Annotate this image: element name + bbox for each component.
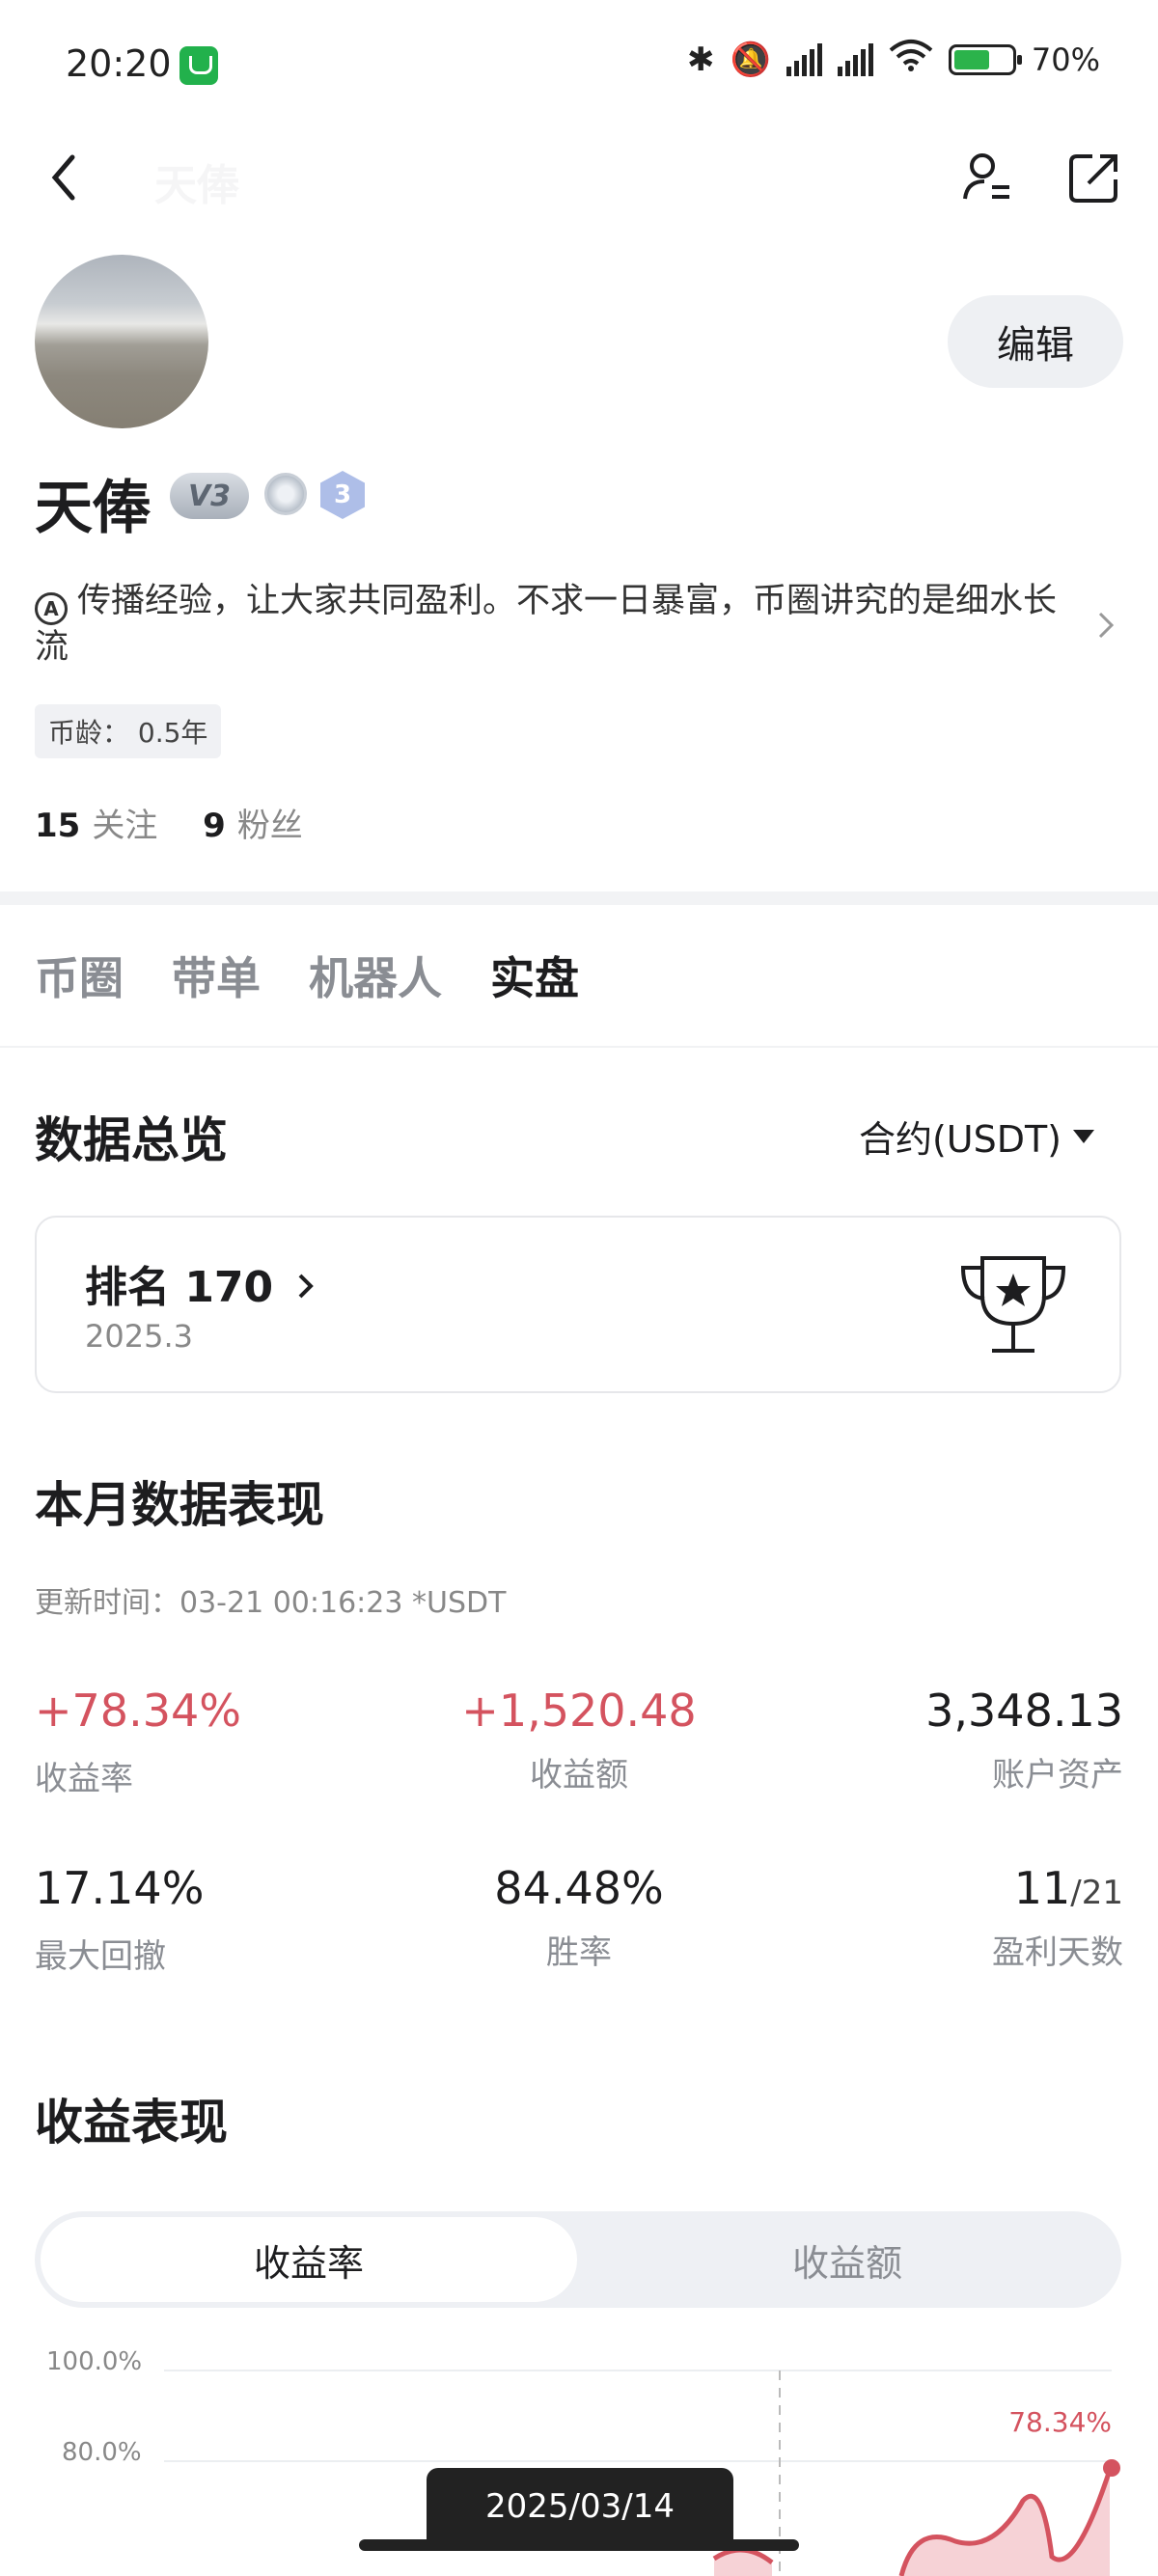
y-tick-label: 100.0% xyxy=(46,2347,142,2376)
tab-copy-trade[interactable]: 带单 xyxy=(172,944,261,1007)
profile-name: 天俸 xyxy=(35,475,151,542)
user-settings-button[interactable] xyxy=(959,149,1017,206)
monthly-title: 本月数据表现 xyxy=(35,1477,324,1533)
chevron-left-icon xyxy=(51,154,75,201)
contract-dropdown[interactable]: 合约(USDT) xyxy=(859,1110,1094,1163)
rank-label: 排名 170 xyxy=(85,1252,316,1314)
section-divider xyxy=(0,891,1158,905)
signal-icon-2 xyxy=(837,42,873,76)
last-value-label: 78.34% xyxy=(1008,2406,1112,2438)
share-icon xyxy=(1069,154,1117,203)
avatar[interactable] xyxy=(35,255,208,428)
bio[interactable]: A 传播经验，让大家共同盈利。不求一日暴富，币圈讲究的是细水长流 xyxy=(35,579,1058,670)
update-time: 更新时间：03-21 00:16:23 *USDT xyxy=(35,1586,507,1620)
signal-icon xyxy=(786,42,822,76)
account-assets-label: 账户资产 xyxy=(992,1756,1123,1795)
account-assets-cell: 3,348.13 账户资产 xyxy=(925,1685,1123,1795)
overview-title: 数据总览 xyxy=(35,1112,228,1168)
last-point xyxy=(1103,2459,1120,2477)
yield-rate-value: +78.34% xyxy=(35,1685,241,1737)
back-button[interactable] xyxy=(35,149,93,206)
tab-robot[interactable]: 机器人 xyxy=(309,944,442,1007)
profile-tabs: 币圈 带单 机器人 实盘 xyxy=(35,944,579,1007)
win-rate-value: 84.48% xyxy=(494,1862,664,1914)
returns-title: 收益表现 xyxy=(35,2095,228,2151)
rank-card[interactable]: 排名 170 2025.3 xyxy=(35,1216,1121,1393)
chart-tooltip: 2025/03/14 xyxy=(427,2468,733,2545)
yield-rate-label: 收益率 xyxy=(35,1760,133,1798)
following-label: 关注 xyxy=(92,807,158,845)
followers-count: 9 xyxy=(203,807,226,845)
app-notification-icon xyxy=(179,46,218,85)
battery-icon xyxy=(948,43,1022,75)
y-tick-label: 80.0% xyxy=(62,2438,142,2467)
status-time: 20:20 xyxy=(66,42,172,85)
followers-label: 粉丝 xyxy=(236,807,303,845)
mute-icon: 🔕 xyxy=(730,40,771,79)
edit-profile-button[interactable]: 编辑 xyxy=(948,295,1123,388)
profit-days-cell: 11/21 盈利天数 xyxy=(992,1862,1123,1973)
tab-live-trading[interactable]: 实盘 xyxy=(490,944,579,1007)
rank-period: 2025.3 xyxy=(85,1318,193,1355)
chevron-right-icon[interactable] xyxy=(1096,610,1116,649)
yield-amount-value: +1,520.48 xyxy=(461,1685,697,1737)
trophy-icon xyxy=(960,1256,1066,1353)
bluetooth-icon: ✱ xyxy=(687,40,715,79)
profit-days-value: 11/21 xyxy=(1013,1862,1123,1914)
win-rate-label: 胜率 xyxy=(546,1933,612,1972)
follow-stats: 15 关注 9 粉丝 xyxy=(35,799,303,846)
returns-segment-control: 收益率 收益额 xyxy=(35,2211,1121,2308)
coin-age-tag: 币龄： 0.5年 xyxy=(35,704,222,758)
caret-down-icon xyxy=(1073,1129,1094,1143)
followers-link[interactable]: 9 粉丝 xyxy=(203,807,303,845)
max-drawdown-value: 17.14% xyxy=(35,1862,205,1914)
tab-divider xyxy=(0,1046,1158,1048)
seg-yield-amount[interactable]: 收益额 xyxy=(579,2217,1116,2302)
bio-text: 传播经验，让大家共同盈利。不求一日暴富，币圈讲究的是细水长流 xyxy=(35,582,1058,667)
following-count: 15 xyxy=(35,807,81,845)
user-settings-icon xyxy=(963,153,1009,200)
chevron-right-icon xyxy=(298,1274,314,1299)
win-rate-cell: 84.48% 胜率 xyxy=(386,1862,772,1973)
bio-a-icon: A xyxy=(35,592,68,625)
level-badge[interactable]: 3 xyxy=(320,471,365,519)
medal-icon[interactable] xyxy=(264,473,307,515)
account-assets-value: 3,348.13 xyxy=(925,1685,1123,1737)
battery-level: 70% xyxy=(1031,41,1100,78)
share-button[interactable] xyxy=(1065,149,1123,206)
home-indicator[interactable] xyxy=(359,2539,799,2551)
profit-days-label: 盈利天数 xyxy=(992,1933,1123,1972)
wifi-icon xyxy=(889,39,933,80)
yield-amount-label: 收益额 xyxy=(530,1756,628,1795)
header-title: 天俸 xyxy=(154,161,239,210)
status-icons: ✱ 🔕 70% xyxy=(687,39,1100,80)
following-link[interactable]: 15 关注 xyxy=(35,807,157,845)
vip-badge[interactable]: V3 xyxy=(170,473,249,519)
max-drawdown-label: 最大回撤 xyxy=(35,1937,166,1976)
seg-yield-rate[interactable]: 收益率 xyxy=(41,2217,577,2302)
yield-amount-cell: +1,520.48 收益额 xyxy=(386,1685,772,1795)
dropdown-value: 合约(USDT) xyxy=(858,1118,1062,1161)
tab-coin-circle[interactable]: 币圈 xyxy=(35,944,124,1007)
